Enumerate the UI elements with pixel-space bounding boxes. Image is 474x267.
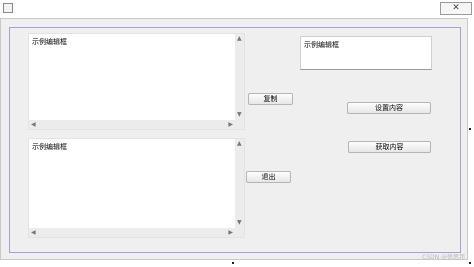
- copy-button[interactable]: 复制: [248, 93, 293, 105]
- scroll-right-icon[interactable]: ▶: [228, 230, 233, 236]
- scroll-up-icon[interactable]: ▲: [237, 36, 242, 42]
- horizontal-scrollbar[interactable]: ◀ ▶: [29, 120, 235, 129]
- horizontal-scrollbar[interactable]: ◀ ▶: [29, 228, 235, 237]
- close-button[interactable]: ✕: [440, 2, 472, 15]
- vertical-scrollbar[interactable]: ▲ ▼: [235, 139, 244, 228]
- scrollbar-corner: [235, 120, 244, 129]
- watermark: CSDN @徐思邦: [422, 254, 466, 261]
- scrollbar-corner: [235, 228, 244, 237]
- set-content-button[interactable]: 设置内容: [347, 102, 431, 114]
- scroll-down-icon[interactable]: ▼: [237, 220, 242, 226]
- edit-box-top-left[interactable]: 示例编辑框 ▲ ▼ ◀ ▶: [28, 33, 245, 130]
- edit-box-top-right[interactable]: 示例编辑框: [300, 36, 432, 70]
- vertical-scrollbar[interactable]: ▲ ▼: [235, 34, 244, 120]
- scroll-up-icon[interactable]: ▲: [237, 141, 242, 147]
- app-icon: [3, 3, 13, 13]
- edit-box-bottom-left-text: 示例编辑框: [32, 143, 67, 151]
- scroll-left-icon[interactable]: ◀: [31, 230, 36, 236]
- resize-handle-corner[interactable]: [469, 262, 471, 264]
- exit-button[interactable]: 退出: [246, 171, 291, 183]
- dialog-client-area: 示例编辑框 ▲ ▼ ◀ ▶ 示例编辑框 ▲ ▼ ◀ ▶ 示例编辑框 复制 退出 …: [0, 18, 468, 260]
- edit-box-top-left-text: 示例编辑框: [32, 38, 67, 46]
- resize-handle-bottom[interactable]: [232, 262, 234, 264]
- scroll-down-icon[interactable]: ▼: [237, 112, 242, 118]
- scroll-right-icon[interactable]: ▶: [228, 122, 233, 128]
- edit-box-bottom-left[interactable]: 示例编辑框 ▲ ▼ ◀ ▶: [28, 138, 245, 238]
- edit-box-top-right-text: 示例编辑框: [304, 41, 339, 49]
- close-icon: ✕: [452, 3, 460, 13]
- scroll-left-icon[interactable]: ◀: [31, 122, 36, 128]
- resize-handle-right[interactable]: [469, 128, 471, 130]
- title-bar: ✕: [0, 0, 474, 18]
- get-content-button[interactable]: 获取内容: [348, 141, 431, 153]
